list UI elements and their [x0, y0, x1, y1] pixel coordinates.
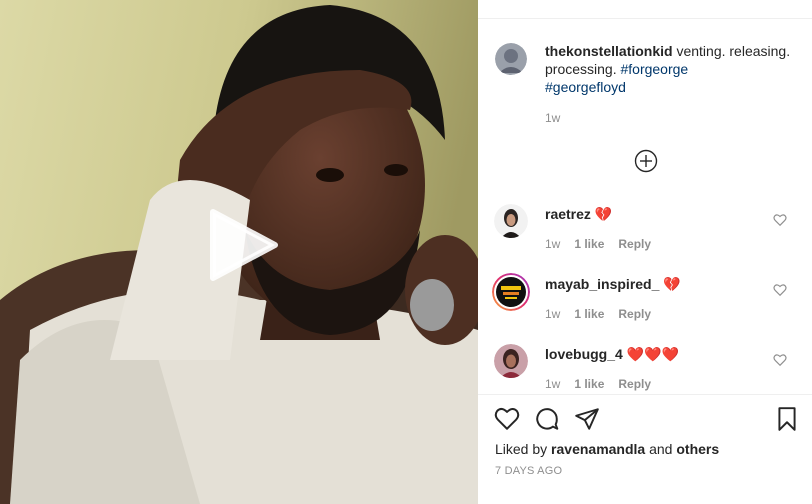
liked-by-user[interactable]: ravenamandla [551, 441, 645, 457]
comment-meta: 1w 1 like Reply [545, 237, 651, 251]
comment-avatar[interactable] [492, 273, 530, 311]
comment-likes[interactable]: 1 like [574, 237, 604, 251]
comment-text: ❤️❤️❤️ [626, 346, 679, 362]
header-divider [478, 18, 812, 19]
comment-username[interactable]: raetrez [545, 206, 591, 222]
comment-body: mayab_inspired_ 💔 [545, 275, 681, 293]
author-username[interactable]: thekonstellationkid [545, 43, 673, 59]
likes-others-link[interactable]: others [676, 441, 719, 457]
caption-timestamp[interactable]: 1w [545, 111, 560, 125]
comment-text: 💔 [594, 206, 613, 222]
share-paper-plane-icon[interactable] [574, 406, 600, 432]
post-caption: thekonstellationkid venting. releasing. … [545, 42, 795, 96]
post-date[interactable]: 7 DAYS AGO [495, 465, 562, 477]
comment-username[interactable]: lovebugg_4 [545, 346, 623, 362]
like-heart-icon[interactable] [494, 406, 520, 432]
play-icon [210, 209, 278, 281]
load-more-comments-button[interactable] [634, 149, 658, 173]
hashtag-georgefloyd[interactable]: #georgefloyd [545, 79, 626, 95]
comment-likes[interactable]: 1 like [574, 307, 604, 321]
video-player[interactable] [0, 0, 478, 504]
comment-like-heart-icon[interactable] [773, 283, 787, 297]
comment-time[interactable]: 1w [545, 237, 560, 251]
comment-time[interactable]: 1w [545, 307, 560, 321]
reply-button[interactable]: Reply [618, 377, 651, 391]
likes-summary: Liked by ravenamandla and others [495, 441, 719, 457]
actions-divider [478, 394, 812, 395]
plus-circle-icon [634, 149, 658, 173]
reply-button[interactable]: Reply [618, 307, 651, 321]
likes-middle: and [645, 441, 677, 457]
comment-like-heart-icon[interactable] [773, 213, 787, 227]
play-button[interactable] [203, 208, 281, 282]
comment-bubble-icon[interactable] [534, 406, 560, 432]
comment-meta: 1w 1 like Reply [545, 307, 651, 321]
comment-username[interactable]: mayab_inspired_ [545, 276, 659, 292]
post-panel: thekonstellationkid venting. releasing. … [478, 0, 812, 504]
comment-body: lovebugg_4 ❤️❤️❤️ [545, 345, 679, 363]
reply-button[interactable]: Reply [618, 237, 651, 251]
comment-body: raetrez 💔 [545, 205, 612, 223]
comment-text: 💔 [663, 276, 681, 292]
comment-avatar[interactable] [494, 344, 528, 378]
likes-prefix: Liked by [495, 441, 552, 457]
author-avatar[interactable] [495, 43, 527, 75]
hashtag-forgeorge[interactable]: #forgeorge [620, 61, 688, 77]
comment-meta: 1w 1 like Reply [545, 377, 651, 391]
comment-time[interactable]: 1w [545, 377, 560, 391]
comment-like-heart-icon[interactable] [773, 353, 787, 367]
comment-likes[interactable]: 1 like [574, 377, 604, 391]
comment-avatar[interactable] [494, 204, 528, 238]
save-bookmark-icon[interactable] [774, 406, 800, 432]
